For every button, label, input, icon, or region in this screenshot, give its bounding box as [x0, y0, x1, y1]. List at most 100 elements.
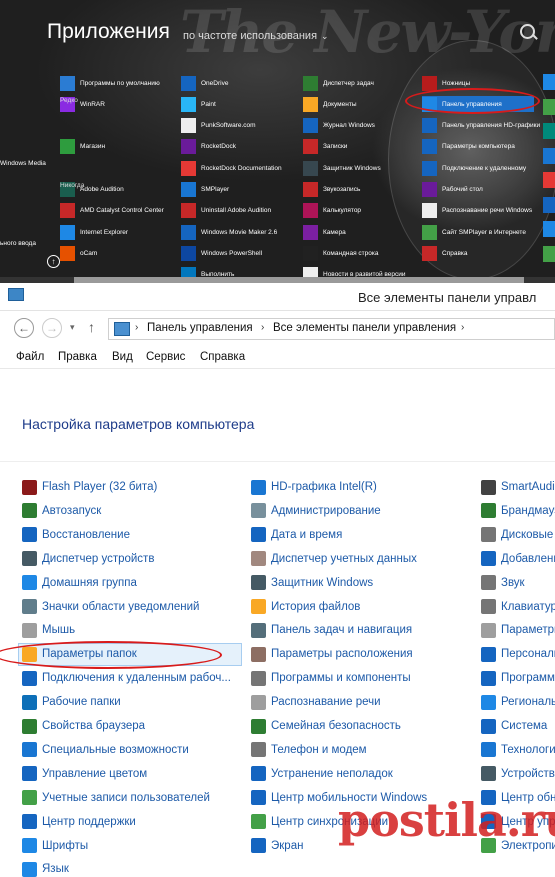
control-panel-item[interactable]: Программы и компоненты [251, 668, 411, 688]
app-tile-item[interactable]: RocketDock [181, 139, 236, 155]
app-tile-item[interactable]: RocketDock Documentation [181, 160, 282, 176]
app-tile-item[interactable]: Uninstall Adobe Audition [181, 203, 271, 219]
arrow-up-icon[interactable]: ↑ [47, 255, 60, 268]
app-tile-partial[interactable] [543, 245, 555, 262]
menu-view[interactable]: Вид [112, 351, 133, 363]
app-tile-partial[interactable] [543, 196, 555, 213]
up-arrow-icon[interactable]: ↑ [88, 319, 95, 335]
control-panel-item[interactable]: Добавлени [481, 549, 555, 569]
app-tile-item[interactable]: Панель управления HD-графики [422, 118, 540, 134]
control-panel-item[interactable]: SmartAudio [481, 477, 555, 497]
app-tile-item[interactable]: Журнал Windows [303, 118, 375, 134]
breadcrumb-all-items[interactable]: Все элементы панели управления [273, 322, 456, 334]
control-panel-item[interactable]: Программ [481, 668, 555, 688]
app-tile-item[interactable]: Документы [303, 96, 357, 112]
forward-arrow-icon[interactable]: → [42, 318, 62, 338]
app-truncated-label[interactable]: ьного ввода [0, 240, 36, 247]
control-panel-item[interactable]: Свойства браузера [22, 716, 145, 736]
control-panel-item[interactable]: Управление цветом [22, 764, 147, 784]
control-panel-item[interactable]: Язык [22, 859, 69, 877]
app-tile-item[interactable]: oCam [60, 245, 97, 261]
app-tile-item[interactable]: Диспетчер задач [303, 75, 374, 91]
app-tile-item[interactable]: Сайт SMPlayer в Интернете [422, 224, 526, 240]
control-panel-item[interactable]: Параметры [481, 620, 555, 640]
control-panel-item[interactable]: Защитник Windows [251, 573, 373, 593]
app-tile-partial[interactable] [543, 172, 555, 188]
control-panel-item[interactable]: Администрирование [251, 501, 381, 521]
app-tile-item[interactable]: Справка [422, 245, 468, 261]
control-panel-item[interactable]: Специальные возможности [22, 740, 189, 760]
breadcrumb-control-panel[interactable]: Панель управления [147, 322, 253, 334]
app-tile-item[interactable]: Подключение к удаленному [422, 160, 526, 176]
app-tile-item[interactable]: Paint [181, 96, 216, 112]
control-panel-item[interactable]: Диспетчер учетных данных [251, 549, 417, 569]
control-panel-item[interactable]: Домашняя группа [22, 573, 137, 593]
app-tile-item[interactable]: Записки [303, 139, 347, 155]
back-arrow-icon[interactable]: ← [14, 318, 34, 338]
app-tile-item[interactable]: Параметры компьютера [422, 139, 515, 155]
app-tile-item[interactable]: Windows PowerShell [181, 245, 262, 261]
control-panel-item[interactable]: Устройства [481, 764, 555, 784]
control-panel-item[interactable]: Клавиатур [481, 597, 555, 617]
app-tile-item[interactable]: Windows Movie Maker 2.6 [181, 224, 277, 240]
control-panel-item[interactable]: Звук [481, 573, 525, 593]
app-tile-item[interactable]: AMD Catalyst Control Center [60, 203, 164, 219]
app-tile-item[interactable]: Рабочий стол [422, 182, 483, 198]
control-panel-item[interactable]: Персонали [481, 644, 555, 664]
app-truncated-label[interactable]: Windows Media [0, 160, 46, 167]
control-panel-item[interactable]: Значки области уведомлений [22, 597, 199, 617]
menu-file[interactable]: Файл [16, 351, 44, 363]
app-tile-partial[interactable] [543, 221, 555, 237]
control-panel-item[interactable]: Мышь [22, 620, 75, 640]
breadcrumb-separator-icon[interactable]: › [461, 322, 464, 333]
control-panel-item[interactable]: Брандмауэ [481, 501, 555, 521]
control-panel-item[interactable]: Центр поддержки [22, 812, 136, 832]
control-panel-item[interactable]: Региональ [481, 692, 555, 712]
sort-dropdown[interactable]: по частоте использования ⌄ [183, 30, 329, 42]
app-tile-item[interactable]: Калькулятор [303, 203, 361, 219]
control-panel-item[interactable]: Учетные записи пользователей [22, 788, 210, 808]
address-bar[interactable]: › Панель управления › Все элементы панел… [108, 318, 555, 340]
app-tile-item[interactable]: Защитник Windows [303, 160, 381, 176]
control-panel-item[interactable]: Параметры расположения [251, 644, 413, 664]
control-panel-item[interactable]: История файлов [251, 597, 360, 617]
app-tile-item[interactable]: Камера [303, 224, 346, 240]
control-panel-item[interactable]: Восстановление [22, 525, 130, 545]
menu-tools[interactable]: Сервис [146, 351, 185, 363]
breadcrumb-separator-icon[interactable]: › [135, 322, 138, 333]
breadcrumb-separator-icon[interactable]: › [261, 322, 264, 333]
app-tile-item[interactable]: SMPlayer [181, 182, 229, 198]
control-panel-item[interactable]: Дата и время [251, 525, 342, 545]
control-panel-item[interactable]: HD-графика Intel(R) [251, 477, 377, 497]
control-panel-item[interactable]: Экран [251, 836, 303, 856]
app-tile-item[interactable]: OneDrive [181, 75, 228, 91]
recent-pages-chevron-icon[interactable]: ▾ [70, 322, 75, 333]
app-tile-item[interactable]: Звукозапись [303, 182, 360, 198]
app-tile-item[interactable]: Internet Explorer [60, 224, 128, 240]
control-panel-item[interactable]: Семейная безопасность [251, 716, 401, 736]
control-panel-item[interactable]: Телефон и модем [251, 740, 367, 760]
app-tile-partial[interactable] [543, 74, 555, 90]
app-tile-partial[interactable] [543, 98, 555, 115]
app-tile-item[interactable]: Распознавание речи Windows [422, 203, 532, 219]
app-tile-item[interactable]: Магазин [60, 139, 105, 155]
menu-edit[interactable]: Правка [58, 351, 97, 363]
control-panel-item[interactable]: Дисковые [481, 525, 553, 545]
control-panel-item[interactable]: Автозапуск [22, 501, 101, 521]
control-panel-item[interactable]: Технологи [481, 740, 555, 760]
control-panel-item[interactable]: Панель задач и навигация [251, 620, 412, 640]
control-panel-item[interactable]: Распознавание речи [251, 692, 381, 712]
search-icon[interactable] [520, 24, 535, 39]
control-panel-item[interactable]: Подключения к удаленным рабоч... [22, 668, 231, 688]
control-panel-item[interactable]: Рабочие папки [22, 692, 121, 712]
app-tile-item[interactable]: Программы по умолчанию [60, 75, 160, 91]
app-tile-partial[interactable] [543, 147, 555, 164]
control-panel-item[interactable]: Диспетчер устройств [22, 549, 154, 569]
control-panel-item[interactable]: Шрифты [22, 836, 88, 856]
app-tile-item[interactable]: Командная строка [303, 245, 378, 261]
app-tile-item[interactable]: PunkSoftware.com [181, 118, 256, 134]
control-panel-item[interactable]: Система [481, 716, 547, 736]
control-panel-item[interactable]: Flash Player (32 бита) [22, 477, 157, 497]
control-panel-item[interactable]: Устранение неполадок [251, 764, 393, 784]
app-tile-partial[interactable] [543, 123, 555, 139]
